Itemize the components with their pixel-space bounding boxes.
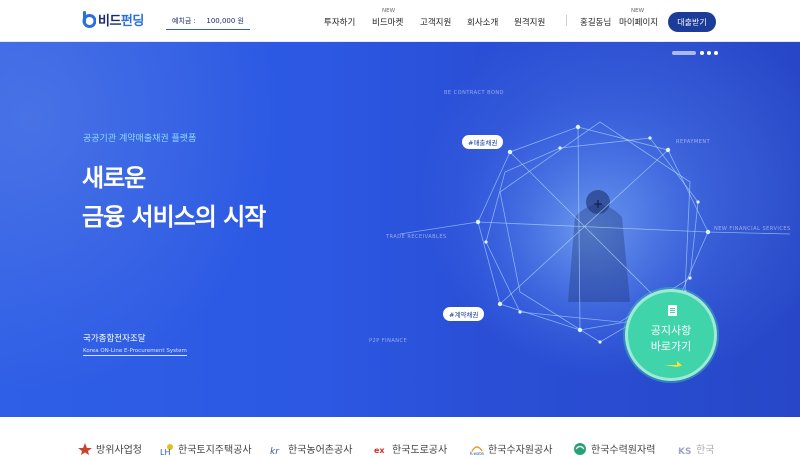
document-icon [668, 305, 677, 316]
nav-about[interactable]: 회사소개 [467, 16, 498, 28]
notice-shortcut-button[interactable]: 공지사항 바로가기 [625, 289, 717, 381]
logo-text-b: 펀딩 [120, 14, 144, 29]
partner-name: 방위사업청 [96, 445, 142, 456]
procurement-org-en[interactable]: Korea ON-Line E-Procurement System [83, 348, 187, 356]
svg-text:ex: ex [374, 446, 385, 455]
partner-logo[interactable]: KS 한국 [678, 441, 714, 456]
hashtag-contract-receivables: #계약채권 [443, 307, 485, 321]
loan-apply-button[interactable]: 대출받기 [668, 12, 716, 32]
krc-logo-icon: kr [270, 447, 280, 455]
network-label: TRADE RECEIVABLES [386, 234, 447, 240]
site-header: 비드펀딩 예치금 : 100,000 원 투자하기 NEW 비드마켓 고객지원 … [0, 0, 800, 42]
svg-text:kr: kr [270, 447, 280, 455]
ex-logo-icon: ex [374, 446, 385, 455]
network-label: NEW FINANCIAL SERVICES [714, 226, 791, 232]
nav-new-badge: NEW [382, 8, 396, 14]
procurement-org[interactable]: 국가종합전자조달 [83, 332, 146, 344]
mypage-new-badge: NEW [631, 8, 645, 14]
deposit-amount: 100,000 원 [206, 17, 244, 25]
network-label: P2P FINANCE [369, 338, 408, 344]
notice-label-line2: 바로가기 [650, 340, 692, 353]
slider-indicator[interactable] [672, 51, 721, 55]
hero-title-line2: 금융 서비스의 시작 [82, 203, 266, 231]
nav-mypage[interactable]: 마이페이지 [619, 16, 658, 28]
partner-name: 한국수자원공사 [488, 445, 553, 456]
partner-name: 한국수력원자력 [591, 445, 656, 456]
partner-name: 한국토지주택공사 [178, 445, 252, 456]
nav-remote[interactable]: 원격지원 [514, 16, 545, 28]
partner-logo[interactable]: K-water 한국수자원공사 [470, 441, 552, 456]
partner-name: 한국도로공사 [392, 445, 448, 456]
hashtag-sales-receivables: #매출채권 [462, 135, 504, 149]
nav-invest[interactable]: 투자하기 [324, 16, 355, 28]
svg-text:K-water: K-water [470, 451, 484, 455]
slider-dot[interactable] [714, 51, 718, 55]
logo-mark-icon [82, 11, 96, 28]
partner-logo[interactable]: 방위사업청 [78, 441, 142, 456]
partner-logo[interactable]: ex 한국도로공사 [374, 441, 447, 456]
notice-label-line1: 공지사항 [650, 324, 692, 337]
hero-banner: BE CONTRACT BOND REPAYMENT NEW FINANCIAL… [0, 42, 800, 417]
lh-logo-icon: LH [160, 443, 173, 455]
arrow-right-icon [664, 361, 682, 367]
partner-logo[interactable]: 한국수력원자력 [573, 441, 655, 456]
site-logo[interactable]: 비드펀딩 [82, 10, 144, 29]
logo-text-a: 비드 [98, 14, 121, 29]
slider-dot[interactable] [700, 51, 704, 55]
deposit-label: 예치금 : [172, 17, 196, 25]
hero-subtitle: 공공기관 계약매출채권 플랫폼 [83, 134, 197, 144]
dapa-emblem-icon [78, 442, 92, 455]
partner-logos-bar: 방위사업청 LH 한국토지주택공사 kr 한국농어촌공사 ex 한국도로공사 K… [0, 417, 800, 458]
khnp-logo-icon [574, 442, 586, 455]
partner-logo[interactable]: LH 한국토지주택공사 [160, 441, 252, 456]
nav-bid-market[interactable]: 비드마켓 [372, 16, 403, 28]
nav-support[interactable]: 고객지원 [420, 16, 451, 28]
ks-logo-icon: KS [678, 447, 691, 455]
nav-divider [566, 15, 567, 26]
network-label: BE CONTRACT BOND [444, 90, 505, 96]
network-label: REPAYMENT [676, 139, 711, 145]
kwater-logo-icon: K-water [470, 445, 484, 455]
partner-name: 한국 [696, 445, 715, 456]
deposit-balance: 예치금 : 100,000 원 [166, 13, 250, 30]
partner-name: 한국농어촌공사 [288, 445, 353, 456]
svg-text:LH: LH [160, 448, 170, 455]
slider-progress-bar[interactable] [672, 51, 696, 55]
hero-title-line1: 새로운 [82, 164, 146, 192]
slider-dot[interactable] [707, 51, 711, 55]
partner-logo[interactable]: kr 한국농어촌공사 [270, 441, 352, 456]
user-name[interactable]: 홍길동님 [580, 16, 611, 28]
svg-text:KS: KS [678, 447, 691, 455]
